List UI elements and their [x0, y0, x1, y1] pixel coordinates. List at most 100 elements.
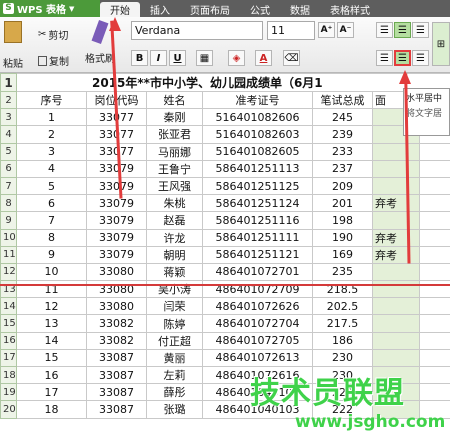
table-cell[interactable]: 33082	[86, 314, 147, 333]
merge-center-icon[interactable]: ⊞	[432, 22, 450, 66]
table-cell[interactable]: 33079	[86, 159, 147, 178]
row-header[interactable]: 6	[0, 159, 17, 178]
table-cell[interactable]: 33087	[86, 365, 147, 385]
table-cell[interactable]: 586401251111	[202, 228, 313, 247]
table-cell[interactable]: 2	[16, 125, 87, 144]
table-cell[interactable]	[372, 331, 420, 350]
sheet-title[interactable]: 2015年**市中小学、幼儿园成绩单（6月1	[16, 73, 450, 92]
table-cell[interactable]: 486401072704	[202, 314, 313, 333]
table-cell[interactable]: 朱桃	[146, 194, 203, 213]
table-cell[interactable]: 王鲁宁	[146, 159, 203, 178]
table-cell[interactable]: 67.8	[419, 262, 450, 282]
table-cell[interactable]: 弃考	[372, 245, 420, 264]
row-header[interactable]: 4	[0, 125, 17, 144]
fill-color-icon[interactable]: ◈	[228, 50, 245, 66]
bold-button[interactable]: B	[131, 50, 148, 66]
table-cell[interactable]: 14	[16, 331, 87, 350]
row-header[interactable]: 1	[0, 73, 17, 92]
grow-font-button[interactable]: A⁺	[318, 22, 335, 38]
table-cell[interactable]	[372, 176, 420, 196]
table-cell[interactable]: 张璐	[146, 400, 203, 419]
table-cell[interactable]: 86.4	[419, 348, 450, 368]
table-cell[interactable]: 18	[16, 400, 87, 419]
table-cell[interactable]: 186	[312, 331, 373, 350]
table-cell[interactable]: 84	[419, 314, 450, 333]
table-cell[interactable]: 1	[16, 108, 87, 127]
table-cell[interactable]: 190	[312, 228, 373, 247]
table-cell[interactable]	[419, 228, 450, 247]
copy-button[interactable]: 复制	[38, 53, 69, 68]
align-right-icon[interactable]: ☰	[412, 50, 429, 66]
align-left-icon[interactable]: ☰	[376, 50, 393, 66]
table-cell[interactable]: 33079	[86, 211, 147, 230]
row-header[interactable]: 14	[0, 297, 17, 316]
table-cell[interactable]: 9	[16, 245, 87, 264]
table-cell[interactable]	[372, 348, 420, 368]
row-header[interactable]: 18	[0, 365, 17, 385]
table-cell[interactable]: 3	[16, 142, 87, 161]
header-cell[interactable]: 姓名	[146, 90, 203, 110]
table-cell[interactable]: 586401251113	[202, 159, 313, 178]
table-cell[interactable]: 198	[312, 211, 373, 230]
row-header[interactable]: 16	[0, 331, 17, 350]
table-cell[interactable]: 闫荣	[146, 297, 203, 316]
row-header[interactable]: 19	[0, 383, 17, 402]
table-cell[interactable]: 弃考	[372, 194, 420, 213]
table-cell[interactable]: 586401251116	[202, 211, 313, 230]
row-header[interactable]: 9	[0, 211, 17, 230]
table-cell[interactable]: 17	[16, 383, 87, 402]
table-cell[interactable]: 64.4	[419, 331, 450, 350]
table-cell[interactable]: 左莉	[146, 365, 203, 385]
table-cell[interactable]: 10	[16, 262, 87, 282]
table-cell[interactable]: 486401072626	[202, 297, 313, 316]
table-cell[interactable]: 586401251121	[202, 245, 313, 264]
table-cell[interactable]	[419, 245, 450, 264]
italic-button[interactable]: I	[150, 50, 167, 66]
table-cell[interactable]: 赵磊	[146, 211, 203, 230]
row-header[interactable]: 20	[0, 400, 17, 419]
table-cell[interactable]: 33080	[86, 297, 147, 316]
tab-home[interactable]: 开始	[100, 2, 140, 17]
tab-data[interactable]: 数据	[280, 2, 320, 17]
align-center-button[interactable]: ☰	[394, 50, 411, 66]
app-menu-button[interactable]: S WPS 表格 ▼	[0, 0, 100, 17]
table-cell[interactable]: 马丽娜	[146, 142, 203, 161]
align-bottom-icon[interactable]: ☰	[412, 22, 429, 38]
header-cell[interactable]: 笔试总成	[312, 90, 373, 110]
table-cell[interactable]: 8	[16, 228, 87, 247]
shrink-font-button[interactable]: A⁻	[337, 22, 354, 38]
table-cell[interactable]: 5	[16, 176, 87, 196]
paste-button[interactable]: 粘贴	[3, 21, 23, 70]
table-cell[interactable]: 486401072613	[202, 348, 313, 368]
row-header[interactable]: 7	[0, 176, 17, 196]
table-cell[interactable]: 朝明	[146, 245, 203, 264]
table-cell[interactable]: 87	[419, 159, 450, 178]
tab-formulas[interactable]: 公式	[240, 2, 280, 17]
tab-page-layout[interactable]: 页面布局	[180, 2, 240, 17]
row-header[interactable]: 15	[0, 314, 17, 333]
tab-table-style[interactable]: 表格样式	[320, 2, 380, 17]
table-cell[interactable]: 16	[16, 365, 87, 385]
font-color-button[interactable]: A	[255, 50, 272, 66]
font-name-select[interactable]: Verdana	[131, 21, 263, 40]
table-cell[interactable]: 黄丽	[146, 348, 203, 368]
table-cell[interactable]	[372, 262, 420, 282]
row-header[interactable]: 12	[0, 262, 17, 282]
table-cell[interactable]: 202.5	[312, 297, 373, 316]
table-cell[interactable]: 235	[312, 262, 373, 282]
table-cell[interactable]: 付正超	[146, 331, 203, 350]
header-cell[interactable]: 序号	[16, 90, 87, 110]
border-icon[interactable]: ▦	[196, 50, 213, 66]
row-header[interactable]: 2	[0, 90, 17, 110]
table-cell[interactable]: 516401082606	[202, 108, 313, 127]
table-cell[interactable]: 71.4	[419, 142, 450, 161]
cut-button[interactable]: ✂ 剪切	[38, 27, 68, 42]
table-cell[interactable]: 486401072701	[202, 262, 313, 282]
table-cell[interactable]: 33079	[86, 245, 147, 264]
table-cell[interactable]: 237	[312, 159, 373, 178]
table-cell[interactable]: 33079	[86, 228, 147, 247]
align-middle-icon[interactable]: ☰	[394, 22, 411, 38]
table-cell[interactable]: 12	[16, 297, 87, 316]
table-cell[interactable]: 169	[312, 245, 373, 264]
table-cell[interactable]: 33079	[86, 194, 147, 213]
